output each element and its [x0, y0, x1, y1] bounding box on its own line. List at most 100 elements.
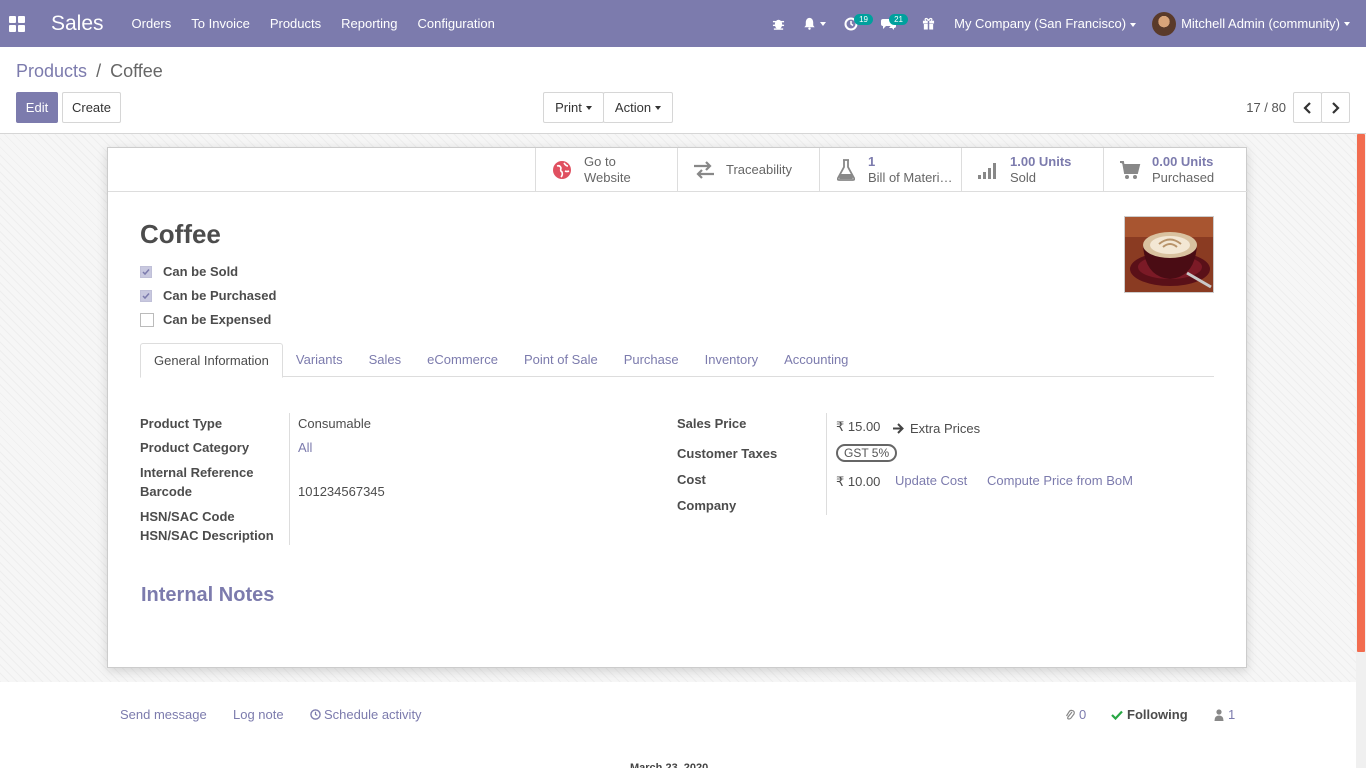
attachments-button[interactable]: 0 [1065, 707, 1086, 722]
chevron-down-icon [1130, 22, 1137, 27]
tax-tag[interactable]: GST 5% [836, 444, 898, 462]
can-be-expensed-checkbox[interactable] [140, 312, 154, 327]
following-button[interactable]: Following [1111, 707, 1188, 722]
sales-price-value[interactable]: ₹ 15.00 [836, 419, 880, 435]
edit-button[interactable]: Edit [16, 92, 58, 123]
chevron-left-icon [1303, 101, 1311, 114]
schedule-activity-label: Schedule activity [324, 707, 422, 722]
button-box: Go to Website Traceability 1 Bill of Mater… [535, 148, 1247, 192]
customer-taxes-label: Customer Taxes [677, 446, 778, 461]
sales-price-label: Sales Price [677, 416, 747, 431]
internal-notes-heading: Internal Notes [141, 584, 275, 606]
cost-value[interactable]: ₹ 10.00 [836, 474, 880, 490]
product-name[interactable]: Coffee [140, 219, 221, 250]
can-be-sold-checkbox[interactable] [140, 265, 152, 278]
chevron-right-icon [1332, 101, 1340, 114]
create-button[interactable]: Create [62, 92, 121, 123]
following-label: Following [1127, 707, 1188, 722]
check-icon [1111, 710, 1123, 720]
flask-icon [834, 158, 858, 182]
extra-prices-label: Extra Prices [910, 421, 981, 436]
clock-icon [310, 709, 321, 720]
avatar [1152, 11, 1177, 36]
send-message-button[interactable]: Send message [120, 707, 207, 722]
systray: 19 21 My Company (San Francisco) Mitchel… [763, 0, 1366, 47]
field-divider [826, 413, 827, 515]
website-label-line2: Website [584, 170, 631, 185]
app-name[interactable]: Sales [34, 12, 122, 36]
can-be-purchased-checkbox[interactable] [140, 289, 152, 302]
pager-previous-button[interactable] [1293, 92, 1322, 123]
scrollbar-thumb[interactable] [1357, 134, 1365, 652]
breadcrumb-separator: / [96, 61, 102, 81]
extra-prices-button[interactable]: Extra Prices [892, 421, 980, 436]
barcode-value[interactable]: 101234567345 [298, 484, 385, 499]
product-image[interactable] [1124, 216, 1214, 293]
checkmark-icon [142, 268, 150, 275]
units-sold-value: 1.00 Units [1010, 154, 1072, 169]
notebook-tabs: General Information Variants Sales eComm… [140, 343, 1214, 378]
traceability-label: Traceability [726, 162, 792, 177]
chatter: Send message Log note Schedule activity … [0, 682, 1356, 768]
gift-icon[interactable] [906, 0, 944, 47]
tab-point-of-sale[interactable]: Point of Sale [511, 343, 611, 377]
company-switcher[interactable]: My Company (San Francisco) [944, 16, 1152, 31]
company-name: My Company (San Francisco) [954, 16, 1127, 31]
chevron-down-icon [655, 105, 662, 110]
globe-icon [550, 158, 574, 182]
tab-variants[interactable]: Variants [283, 343, 356, 377]
menu-configuration[interactable]: Configuration [408, 16, 505, 31]
print-dropdown[interactable]: Print [543, 92, 604, 123]
compute-price-from-bom-button[interactable]: Compute Price from BoM [987, 473, 1133, 488]
traceability-button[interactable]: Traceability [677, 148, 819, 192]
tab-sales[interactable]: Sales [356, 343, 415, 377]
menu-products[interactable]: Products [260, 16, 331, 31]
update-cost-button[interactable]: Update Cost [895, 473, 967, 488]
form-sheet: Go to Website Traceability 1 Bill of Mater… [107, 147, 1248, 668]
paperclip-icon [1065, 709, 1075, 720]
breadcrumb: Products / Coffee [16, 61, 163, 82]
can-be-purchased-row: Can be Purchased [140, 288, 276, 303]
breadcrumb-products[interactable]: Products [16, 61, 87, 81]
apps-menu-icon[interactable] [0, 0, 34, 47]
pager-next-button[interactable] [1321, 92, 1350, 123]
units-sold-button[interactable]: 1.00 Units Sold [961, 148, 1103, 192]
chevron-down-icon [1344, 21, 1350, 26]
internal-reference-label: Internal Reference [140, 465, 254, 480]
field-divider [289, 413, 290, 545]
followers-count: 1 [1228, 707, 1236, 722]
pager-value[interactable]: 17 / 80 [1246, 100, 1286, 115]
message-date-separator: March 23, 2020 [630, 762, 709, 768]
action-dropdown[interactable]: Action [603, 92, 673, 123]
product-category-value[interactable]: All [298, 440, 312, 455]
checkmark-icon [142, 292, 150, 299]
hsn-code-label: HSN/SAC Code [140, 509, 235, 524]
menu-reporting[interactable]: Reporting [331, 16, 407, 31]
scrollbar[interactable] [1356, 134, 1366, 768]
tab-general-information[interactable]: General Information [140, 343, 283, 378]
go-to-website-button[interactable]: Go to Website [535, 148, 677, 192]
bill-of-materials-button[interactable]: 1 Bill of Materials [819, 148, 961, 192]
user-menu[interactable]: Mitchell Admin (community) [1152, 11, 1366, 36]
activity-clock-icon[interactable]: 19 [835, 0, 874, 47]
units-sold-label: Sold [1010, 170, 1037, 185]
can-be-sold-row: Can be Sold [140, 264, 238, 279]
menu-to-invoice[interactable]: To Invoice [181, 16, 260, 31]
tab-purchase[interactable]: Purchase [611, 343, 692, 377]
log-note-button[interactable]: Log note [233, 707, 284, 722]
tab-accounting[interactable]: Accounting [771, 343, 861, 377]
messages-chat-icon[interactable]: 21 [867, 0, 909, 47]
tab-inventory[interactable]: Inventory [692, 343, 771, 377]
units-purchased-label: Purchased [1152, 170, 1215, 185]
product-type-value[interactable]: Consumable [298, 416, 371, 431]
user-name: Mitchell Admin (community) [1181, 16, 1340, 31]
followers-button[interactable]: 1 [1214, 707, 1235, 722]
debug-bug-icon[interactable] [763, 0, 794, 47]
form-content: Go to Website Traceability 1 Bill of Mater… [0, 134, 1356, 682]
menu-orders[interactable]: Orders [122, 16, 182, 31]
schedule-activity-button[interactable]: Schedule activity [310, 707, 422, 722]
tab-ecommerce[interactable]: eCommerce [414, 343, 511, 377]
units-purchased-button[interactable]: 0.00 Units Purchased [1103, 148, 1245, 192]
user-icon [1214, 708, 1224, 721]
notification-bell-icon[interactable] [794, 0, 835, 47]
